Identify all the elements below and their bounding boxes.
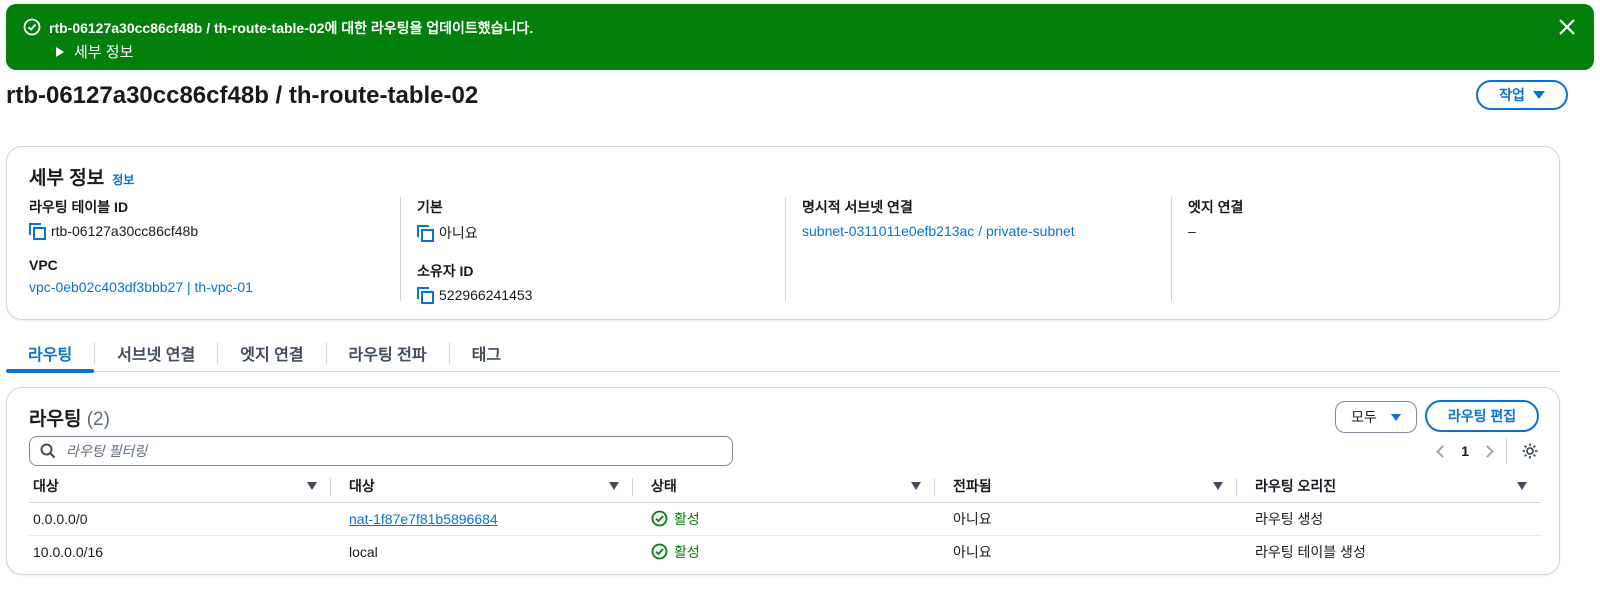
success-check-icon bbox=[651, 510, 668, 527]
cell-propagated: 아니요 bbox=[935, 502, 1237, 536]
tab-edge-associations[interactable]: 엣지 연결 bbox=[218, 334, 325, 372]
page-title: rtb-06127a30cc86cf48b / th-route-table-0… bbox=[6, 82, 479, 109]
details-title: 세부 정보 bbox=[29, 168, 105, 189]
cell-destination: 0.0.0.0/0 bbox=[29, 502, 331, 536]
cell-route-origin: 라우팅 생성 bbox=[1237, 502, 1541, 536]
details-panel: 세부 정보 정보 라우팅 테이블 ID rtb-06127a30cc86cf48… bbox=[6, 146, 1560, 320]
table-row: 0.0.0.0/0 nat-1f87e7f81b5896684 활성 아니요 라… bbox=[29, 502, 1541, 536]
tab-subnet-associations[interactable]: 서브넷 연결 bbox=[95, 334, 217, 372]
sort-icon[interactable] bbox=[1213, 481, 1223, 490]
column-header-target[interactable]: 대상 bbox=[331, 470, 633, 503]
chevron-left-icon[interactable] bbox=[1436, 444, 1450, 458]
main-label: 기본 bbox=[417, 199, 443, 215]
routes-table: 대상 대상 상태 전파됨 라우팅 오리진 0.0.0.0/0 nat-1f87e… bbox=[29, 470, 1541, 568]
actions-button-label: 작업 bbox=[1499, 87, 1525, 103]
sort-icon[interactable] bbox=[609, 481, 619, 490]
column-header-label: 상태 bbox=[651, 477, 677, 494]
route-table-id-value: rtb-06127a30cc86cf48b bbox=[51, 223, 199, 239]
pager-divider bbox=[1506, 438, 1507, 464]
gear-icon[interactable] bbox=[1521, 442, 1539, 460]
explicit-subnet-link[interactable]: subnet-0311011e0efb213ac / private-subne… bbox=[802, 223, 1075, 239]
sort-icon[interactable] bbox=[1517, 481, 1527, 490]
copy-icon[interactable] bbox=[417, 225, 434, 242]
routes-panel: 라우팅 (2) 모두 라우팅 편집 1 대상 대상 상태 bbox=[6, 387, 1560, 575]
status-badge: 활성 bbox=[651, 509, 935, 529]
route-filter-value: 모두 bbox=[1351, 409, 1377, 425]
success-check-icon bbox=[23, 18, 41, 36]
cell-target: local bbox=[349, 543, 378, 560]
details-column-2: 기본 아니요 소유자 ID 522966241453 bbox=[400, 197, 786, 304]
column-header-label: 대상 bbox=[349, 477, 375, 494]
caret-down-icon bbox=[1532, 91, 1545, 99]
details-title-wrap: 세부 정보 정보 bbox=[29, 163, 134, 190]
status-text: 활성 bbox=[674, 510, 700, 527]
edge-association-value: – bbox=[1188, 223, 1196, 239]
details-column-1: 라우팅 테이블 ID rtb-06127a30cc86cf48b VPC vpc… bbox=[29, 197, 399, 301]
column-header-label: 전파됨 bbox=[953, 477, 992, 494]
route-table-id-label: 라우팅 테이블 ID bbox=[29, 199, 129, 215]
routes-title-wrap: 라우팅 (2) bbox=[29, 404, 110, 431]
routes-title: 라우팅 bbox=[29, 409, 82, 430]
edit-routes-button[interactable]: 라우팅 편집 bbox=[1425, 400, 1539, 432]
tab-tags[interactable]: 태그 bbox=[450, 334, 523, 372]
flash-details-toggle[interactable]: 세부 정보 bbox=[56, 41, 133, 62]
tab-bar: 라우팅 서브넷 연결 엣지 연결 라우팅 전파 태그 bbox=[6, 334, 1560, 373]
edge-association-label: 엣지 연결 bbox=[1188, 199, 1244, 215]
column-header-status[interactable]: 상태 bbox=[633, 470, 935, 503]
cell-propagated: 아니요 bbox=[953, 543, 992, 560]
info-link[interactable]: 정보 bbox=[112, 171, 134, 188]
column-header-route-origin[interactable]: 라우팅 오리진 bbox=[1237, 470, 1541, 503]
table-row: 10.0.0.0/16 local 활성 아니요 라우팅 테이블 생성 bbox=[29, 535, 1541, 568]
route-search-input[interactable] bbox=[66, 443, 706, 459]
sort-icon[interactable] bbox=[911, 481, 921, 490]
status-text: 활성 bbox=[674, 543, 700, 560]
flash-message: rtb-06127a30cc86cf48b / th-route-table-0… bbox=[49, 20, 534, 36]
flash-details-label: 세부 정보 bbox=[74, 44, 134, 61]
explicit-subnet-label: 명시적 서브넷 연결 bbox=[802, 199, 913, 215]
column-header-destination[interactable]: 대상 bbox=[29, 470, 331, 503]
copy-icon[interactable] bbox=[417, 287, 434, 304]
details-column-4: 엣지 연결 – bbox=[1171, 197, 1541, 301]
success-flash-banner: rtb-06127a30cc86cf48b / th-route-table-0… bbox=[6, 4, 1594, 70]
target-link[interactable]: nat-1f87e7f81b5896684 bbox=[349, 511, 498, 527]
caret-right-icon bbox=[56, 46, 64, 57]
owner-id-label: 소유자 ID bbox=[417, 263, 474, 279]
vpc-label: VPC bbox=[29, 257, 58, 273]
caret-down-icon bbox=[1390, 413, 1401, 421]
actions-button[interactable]: 작업 bbox=[1476, 80, 1568, 110]
details-column-3: 명시적 서브넷 연결 subnet-0311011e0efb213ac / pr… bbox=[785, 197, 1171, 301]
column-header-propagated[interactable]: 전파됨 bbox=[935, 470, 1237, 503]
cell-route-origin: 라우팅 테이블 생성 bbox=[1255, 543, 1366, 560]
copy-icon[interactable] bbox=[29, 223, 46, 240]
close-icon[interactable] bbox=[1556, 16, 1578, 38]
route-search-box bbox=[29, 436, 733, 466]
sort-icon[interactable] bbox=[307, 481, 317, 490]
success-check-icon bbox=[651, 543, 668, 560]
column-header-label: 라우팅 오리진 bbox=[1255, 477, 1337, 494]
status-badge: 활성 bbox=[651, 542, 935, 562]
main-value: 아니요 bbox=[439, 225, 478, 241]
page-number[interactable]: 1 bbox=[1461, 443, 1469, 459]
route-filter-select[interactable]: 모두 bbox=[1335, 401, 1417, 433]
vpc-link[interactable]: vpc-0eb02c403df3bbb27 | th-vpc-01 bbox=[29, 279, 253, 295]
tab-routes[interactable]: 라우팅 bbox=[6, 334, 95, 373]
routes-count: (2) bbox=[86, 409, 110, 430]
chevron-right-icon[interactable] bbox=[1481, 444, 1494, 458]
table-header-row: 대상 대상 상태 전파됨 라우팅 오리진 bbox=[29, 470, 1541, 503]
column-header-label: 대상 bbox=[33, 477, 59, 494]
tab-route-propagation[interactable]: 라우팅 전파 bbox=[327, 334, 449, 372]
cell-destination: 10.0.0.0/16 bbox=[33, 543, 104, 560]
owner-id-value: 522966241453 bbox=[439, 287, 533, 303]
search-icon bbox=[40, 443, 56, 459]
pagination: 1 bbox=[1436, 436, 1539, 466]
